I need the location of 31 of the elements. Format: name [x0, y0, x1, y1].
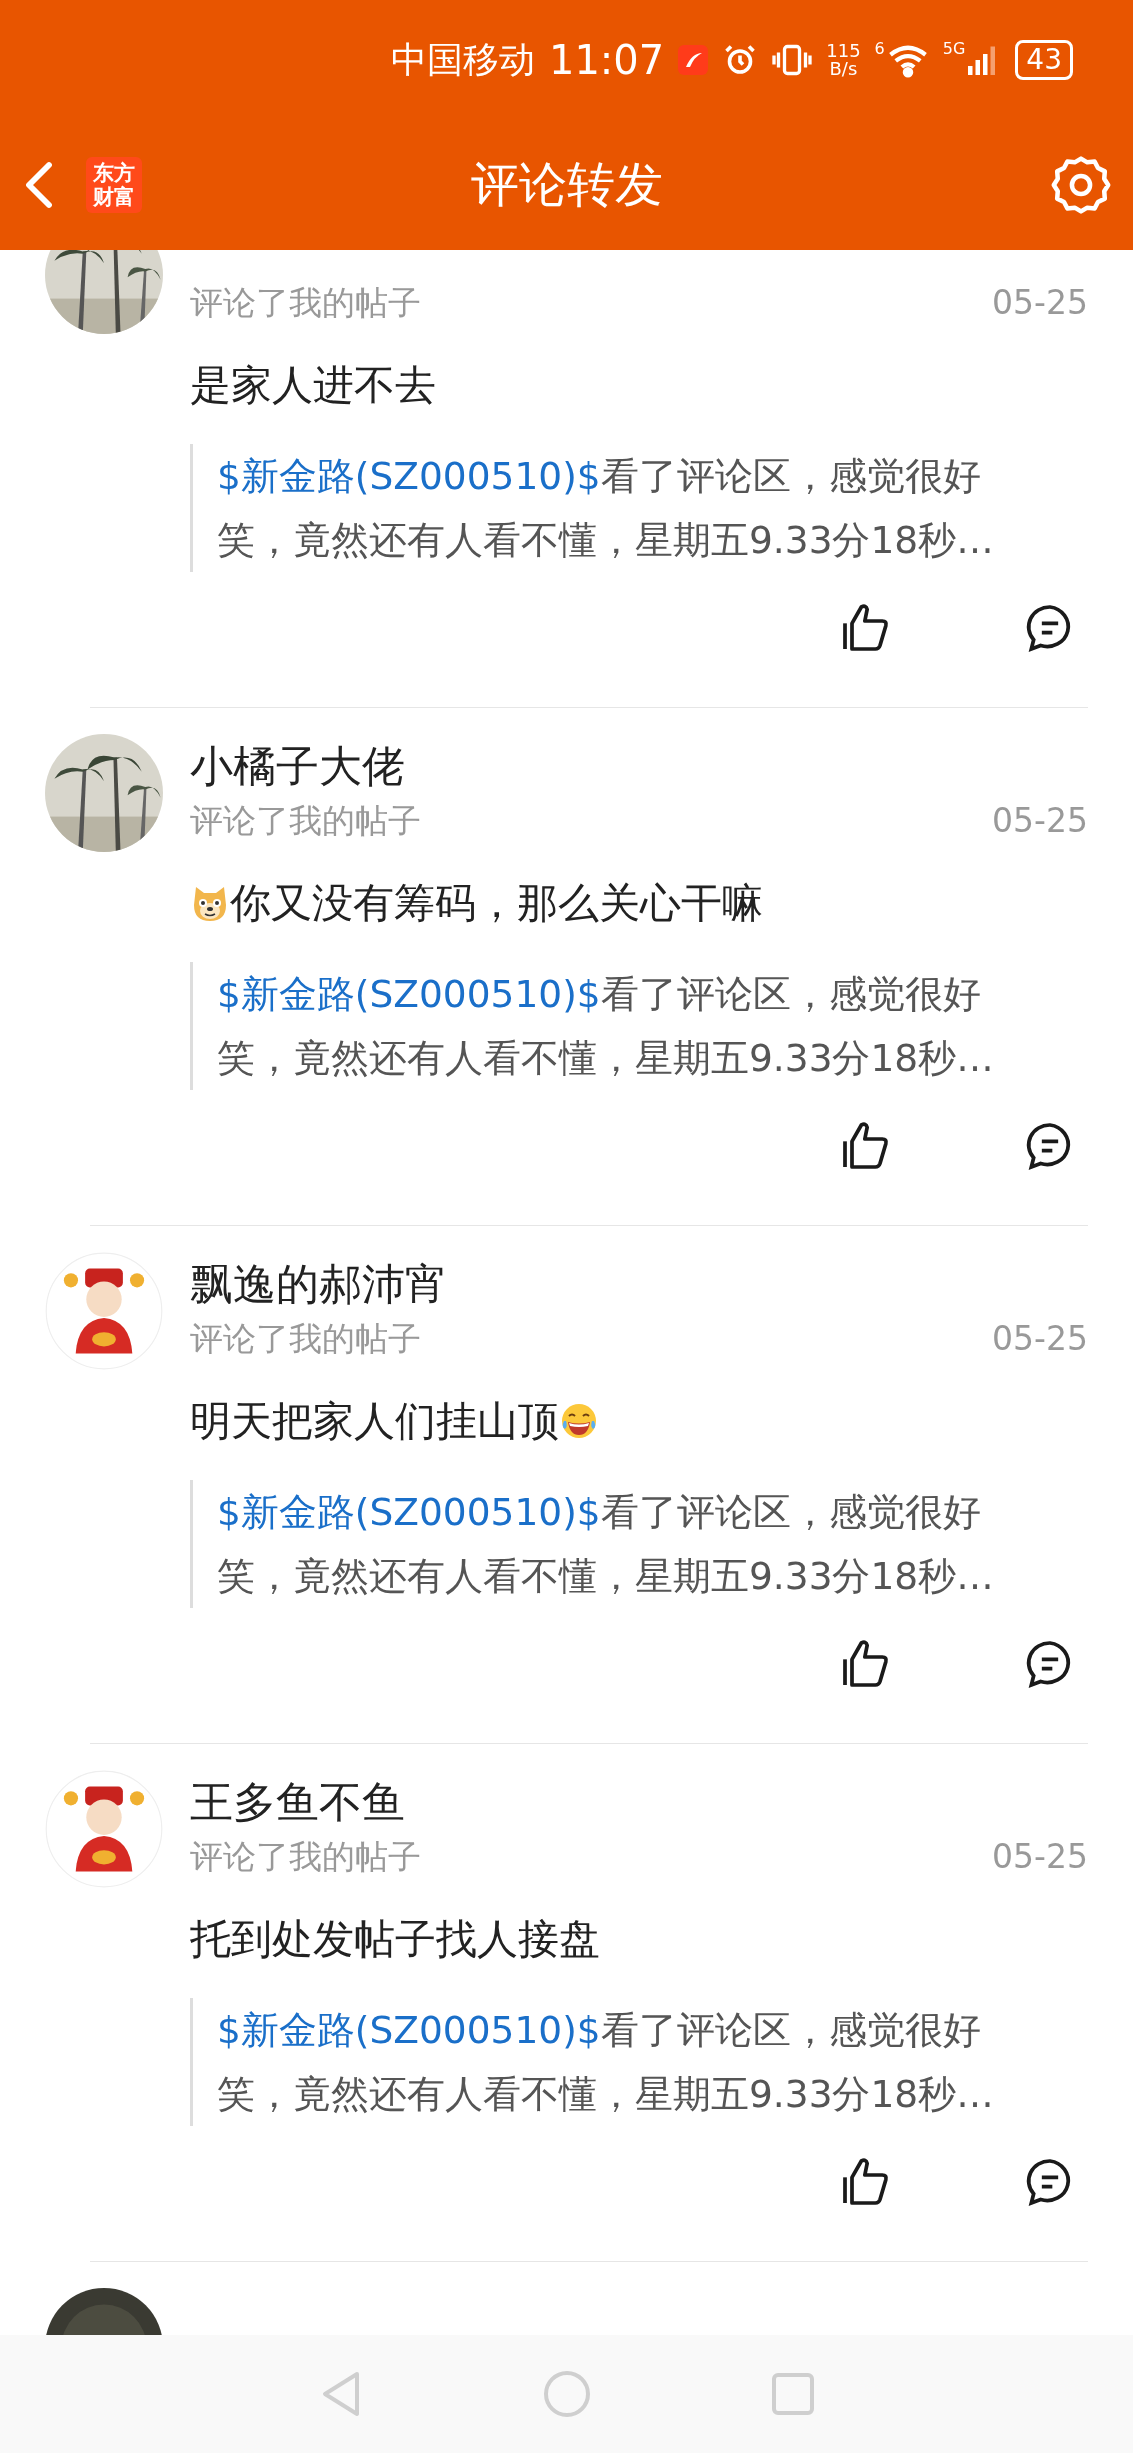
comment-text: 托到处发帖子找人接盘 — [190, 1914, 600, 1965]
page-title: 评论转发 — [470, 156, 663, 212]
stock-link[interactable]: $新金路(SZ000510)$ — [217, 1490, 601, 1534]
comment-text: 明天把家人们挂山顶 — [190, 1396, 559, 1447]
quoted-post[interactable]: $新金路(SZ000510)$看了评论区，感觉很好笑，竟然还有人看不懂，星期五9.33分18秒… — [190, 1480, 1037, 1608]
speed-unit: B/s — [829, 60, 858, 78]
user-name[interactable]: 王多鱼不鱼 — [190, 1770, 405, 1834]
activity-label: 评论了我的帖子 — [190, 1836, 421, 1878]
comment-date: 05-25 — [992, 1318, 1088, 1360]
stock-link[interactable]: $新金路(SZ000510)$ — [217, 2008, 601, 2052]
comment-text: 是家人进不去 — [190, 360, 436, 411]
quoted-post[interactable]: $新金路(SZ000510)$看了评论区，感觉很好笑，竟然还有人看不懂，星期五9.33分18秒… — [190, 962, 1037, 1090]
comment-date: 05-25 — [992, 1836, 1088, 1878]
battery-level: 43 — [1015, 40, 1073, 80]
activity-label: 评论了我的帖子 — [190, 1318, 421, 1360]
comment-date: 05-25 — [992, 282, 1088, 324]
comment-text: 你又没有筹码，那么关心干嘛 — [230, 878, 763, 929]
activity-label: 评论了我的帖子 — [190, 282, 421, 324]
stock-link[interactable]: $新金路(SZ000510)$ — [217, 454, 601, 498]
quoted-post[interactable]: $新金路(SZ000510)$看了评论区，感觉很好笑，竟然还有人看不懂，星期五9.33分18秒… — [190, 444, 1037, 572]
network-type-label: 5G — [942, 38, 966, 58]
comment-date: 05-25 — [992, 800, 1088, 842]
speed-value: 115 — [826, 42, 861, 60]
user-name[interactable]: 小橘子大佬 — [190, 734, 405, 798]
quoted-post[interactable]: $新金路(SZ000510)$看了评论区，感觉很好笑，竟然还有人看不懂，星期五9.33分18秒… — [190, 1998, 1037, 2126]
user-name[interactable]: 飘逸的郝沛宵 — [190, 1252, 448, 1316]
wifi-label: 6 — [874, 38, 885, 58]
stock-link[interactable]: $新金路(SZ000510)$ — [217, 972, 601, 1016]
clock: 11:07 — [548, 37, 665, 83]
activity-label: 评论了我的帖子 — [190, 800, 421, 842]
carrier-label: 中国移动 — [390, 37, 535, 82]
